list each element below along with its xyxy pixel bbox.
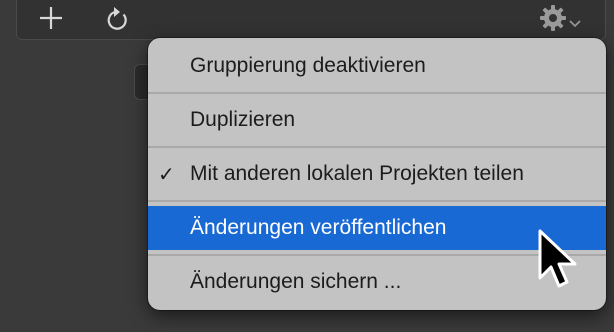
menu-item-label: Mit anderen lokalen Projekten teilen bbox=[190, 162, 524, 185]
mouse-pointer-icon bbox=[538, 229, 577, 288]
toolbar bbox=[16, 0, 606, 40]
refresh-button[interactable] bbox=[99, 1, 135, 35]
add-button[interactable] bbox=[33, 1, 69, 35]
menu-item-label: Gruppierung deaktivieren bbox=[190, 54, 426, 77]
menu-item-label: Duplizieren bbox=[190, 108, 296, 131]
app-window: Gruppierung deaktivieren Duplizieren ✓ M… bbox=[0, 0, 614, 332]
chevron-down-icon bbox=[568, 20, 581, 28]
menu-separator bbox=[148, 146, 606, 148]
menu-item-label: Änderungen veröffentlichen bbox=[190, 216, 447, 239]
refresh-icon bbox=[107, 7, 127, 30]
plus-icon bbox=[40, 7, 62, 29]
menu-item-label: Änderungen sichern ... bbox=[190, 270, 402, 293]
gear-icon bbox=[539, 5, 566, 31]
menu-item-share-local-projects[interactable]: ✓ Mit anderen lokalen Projekten teilen bbox=[148, 152, 606, 196]
menu-item-duplicate[interactable]: Duplizieren bbox=[148, 98, 606, 142]
menu-separator bbox=[148, 92, 606, 94]
menu-separator bbox=[148, 200, 606, 202]
checkmark-icon: ✓ bbox=[158, 163, 175, 186]
menu-item-disable-grouping[interactable]: Gruppierung deaktivieren bbox=[148, 44, 606, 88]
settings-menu-button[interactable] bbox=[531, 1, 587, 35]
